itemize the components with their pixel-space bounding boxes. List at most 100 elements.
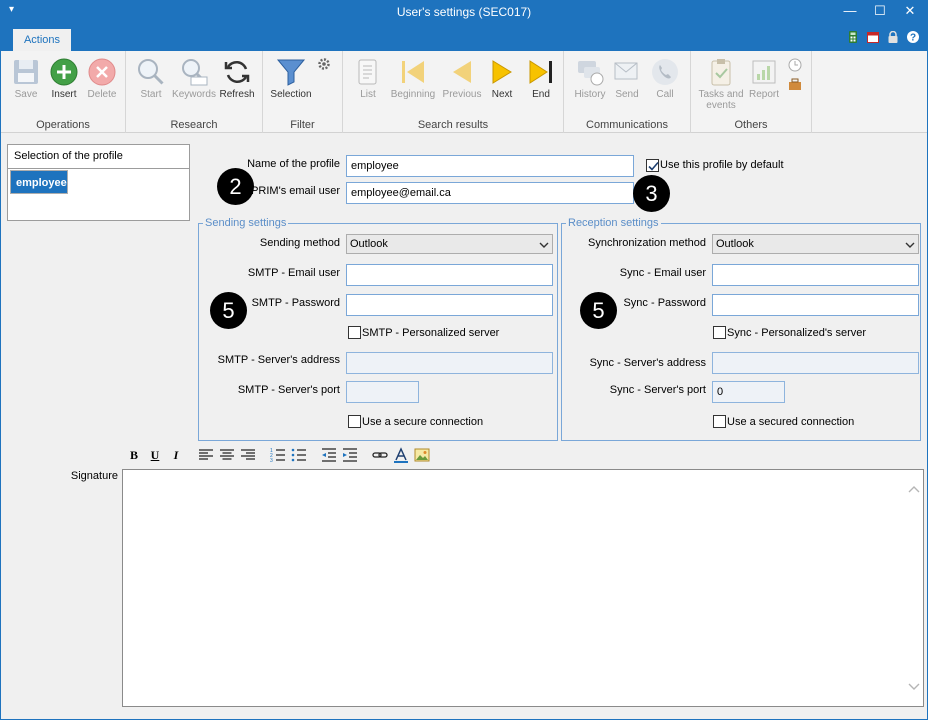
sync-server-address-label: Sync - Server's address (589, 357, 706, 369)
group-label-others: Others (734, 119, 768, 131)
keyword-magnifier-icon (182, 59, 208, 86)
secured-connection-label: Use a secured connection (727, 416, 855, 428)
call-button[interactable]: Call (640, 55, 690, 105)
group-label-search-results: Search results (417, 119, 489, 131)
phone-icon (652, 59, 678, 85)
profile-item-employee[interactable]: employee (10, 170, 68, 194)
refresh-button[interactable]: Refresh (212, 55, 262, 105)
group-label-communications: Communications (586, 119, 668, 131)
sending-method-value: Outlook (350, 238, 388, 250)
group-search-results: List Beginning Previous Next End Search … (343, 51, 564, 133)
x-circle-icon (88, 58, 116, 86)
smtp-server-address-label: SMTP - Server's address (217, 354, 340, 366)
sync-email-label: Sync - Email user (619, 267, 706, 279)
sending-method-select[interactable]: Outlook (346, 234, 553, 254)
sync-method-select[interactable]: Outlook (712, 234, 919, 254)
maximize-button[interactable]: ☐ (865, 1, 895, 23)
smtp-password-field[interactable] (346, 294, 553, 316)
align-right-icon[interactable] (239, 446, 257, 464)
gear-icon[interactable] (317, 57, 331, 71)
magnifier-icon (138, 59, 164, 85)
smtp-personalized-server-checkbox[interactable] (348, 326, 361, 339)
last-icon (529, 60, 552, 84)
bold-button[interactable]: B (125, 446, 143, 464)
scroll-down-icon[interactable] (908, 682, 920, 692)
calendar-icon[interactable] (867, 31, 879, 43)
secured-connection-checkbox[interactable] (713, 415, 726, 428)
report-chart-icon (752, 60, 776, 84)
sync-server-port-label: Sync - Server's port (609, 384, 706, 396)
sync-email-field[interactable] (712, 264, 919, 286)
sync-server-port-field[interactable]: 0 (712, 381, 785, 403)
list-scroll-icon (358, 59, 377, 85)
align-center-icon[interactable] (218, 446, 236, 464)
callout-badge-5-reception: 5 (580, 292, 617, 329)
sync-personalized-server-checkbox[interactable] (713, 326, 726, 339)
smtp-password-label: SMTP - Password (251, 297, 340, 309)
group-label-filter: Filter (290, 119, 315, 131)
profile-list-header: Selection of the profile (8, 145, 189, 169)
chevron-down-icon (905, 242, 915, 248)
sending-method-label: Sending method (259, 237, 340, 249)
report-button[interactable]: Report (739, 55, 789, 105)
group-communications: History Send Call Communications (564, 51, 691, 133)
align-left-icon[interactable] (197, 446, 215, 464)
signature-editor[interactable] (122, 469, 924, 707)
profile-selection-list: Selection of the profile employee Recept… (7, 144, 190, 221)
outdent-icon[interactable] (320, 446, 338, 464)
list-button[interactable]: List (343, 55, 393, 105)
group-operations: Save Insert Delete Operations (1, 51, 126, 133)
main-content: Selection of the profile employee Recept… (1, 134, 927, 719)
history-icon (578, 61, 604, 86)
smtp-email-field[interactable] (346, 264, 553, 286)
selection-button[interactable]: Selection (266, 55, 316, 105)
lock-icon[interactable] (887, 31, 899, 43)
profile-name-field[interactable]: employee (346, 155, 634, 177)
underline-button[interactable]: U (146, 446, 164, 464)
scroll-up-icon[interactable] (908, 484, 920, 494)
tab-actions[interactable]: Actions (13, 29, 71, 51)
sync-server-address-field[interactable] (712, 352, 919, 374)
toolbox-icon[interactable] (788, 77, 802, 91)
indent-icon[interactable] (341, 446, 359, 464)
sync-method-value: Outlook (716, 238, 754, 250)
group-others: Tasks and events Report Others (691, 51, 812, 133)
bullet-list-icon[interactable] (290, 446, 308, 464)
signature-label: Signature (70, 470, 118, 482)
secure-connection-label: Use a secure connection (362, 416, 484, 428)
numbered-list-icon[interactable]: 123 (269, 446, 287, 464)
ribbon-tab-row: Actions ? (1, 23, 927, 51)
smtp-server-address-field[interactable] (346, 352, 553, 374)
link-icon[interactable] (371, 446, 389, 464)
italic-button[interactable]: I (167, 446, 185, 464)
delete-button[interactable]: Delete (77, 55, 127, 105)
refresh-icon (224, 60, 250, 84)
sync-personalized-server-label: Sync - Personalized's server (727, 327, 867, 339)
secure-connection-checkbox[interactable] (348, 415, 361, 428)
image-icon[interactable] (413, 446, 431, 464)
funnel-icon (276, 59, 306, 86)
beginning-button[interactable]: Beginning (388, 55, 438, 105)
sync-password-field[interactable] (712, 294, 919, 316)
sync-method-label: Synchronization method (587, 237, 706, 249)
mail-icon (614, 62, 638, 80)
smtp-email-label: SMTP - Email user (247, 267, 340, 279)
smtp-server-port-field[interactable] (346, 381, 419, 403)
end-button[interactable]: End (516, 55, 566, 105)
sync-password-label: Sync - Password (623, 297, 706, 309)
text-color-icon[interactable] (392, 446, 410, 464)
smtp-server-port-label: SMTP - Server's port (237, 384, 340, 396)
title-bar: ▾ User's settings (SEC017) — ☐ ✕ (1, 1, 927, 23)
default-profile-checkbox[interactable] (646, 159, 659, 172)
prim-email-field[interactable]: employee@email.ca (346, 182, 634, 204)
minimize-button[interactable]: — (835, 1, 865, 23)
clock-icon[interactable] (788, 58, 802, 72)
clipboard-icon (711, 59, 731, 86)
help-icon[interactable]: ? (907, 31, 919, 43)
next-icon (492, 60, 512, 84)
calculator-icon[interactable] (847, 31, 859, 43)
users-settings-window: ▾ User's settings (SEC017) — ☐ ✕ Actions… (0, 0, 928, 720)
window-title: User's settings (SEC017) (396, 5, 532, 19)
close-button[interactable]: ✕ (895, 1, 925, 23)
profile-name-label: Name of the profile (247, 158, 340, 170)
